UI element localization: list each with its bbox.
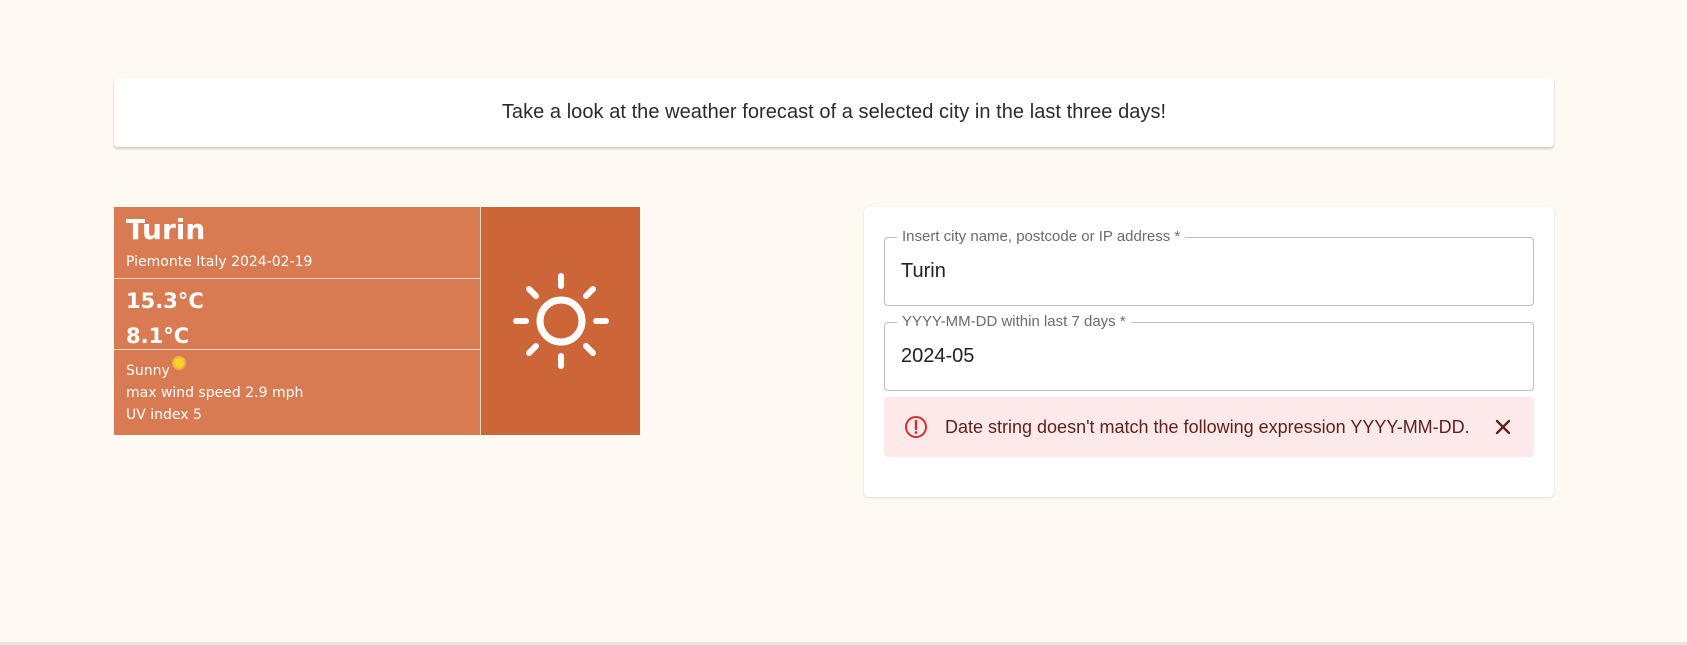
city-name: Turin (126, 213, 206, 246)
date-input[interactable] (901, 345, 1511, 368)
error-alert: Date string doesn't match the following … (884, 397, 1534, 457)
condition-line: Sunny (126, 358, 480, 382)
weather-card: Turin Piemonte Italy 2024-02-19 15.3°C 8… (114, 207, 640, 435)
city-field[interactable]: Insert city name, postcode or IP address… (884, 229, 1534, 306)
uv-index: UV index 5 (126, 407, 202, 423)
city-block: Turin Piemonte Italy 2024-02-19 (114, 207, 480, 279)
error-message: Date string doesn't match the following … (945, 416, 1470, 437)
wind-speed: max wind speed 2.9 mph (126, 385, 304, 401)
city-input[interactable] (901, 260, 1511, 283)
condition-text: Sunny (126, 363, 170, 379)
location-date: Piemonte Italy 2024-02-19 (126, 254, 313, 270)
date-field[interactable]: YYYY-MM-DD within last 7 days * (884, 314, 1534, 391)
min-temperature: 8.1°C (126, 324, 190, 348)
error-circle-icon (904, 415, 928, 439)
conditions-block: Sunny max wind speed 2.9 mph UV index 5 (114, 350, 480, 426)
weather-info: Turin Piemonte Italy 2024-02-19 15.3°C 8… (114, 207, 481, 435)
temperature-block: 15.3°C 8.1°C (114, 279, 480, 350)
banner-text: Take a look at the weather forecast of a… (501, 101, 1167, 123)
forecast-form: Insert city name, postcode or IP address… (864, 207, 1554, 497)
mini-sun-icon (173, 358, 184, 368)
max-temperature: 15.3°C (126, 289, 204, 313)
sun-icon (512, 273, 609, 369)
city-field-label: Insert city name, postcode or IP address… (897, 229, 1186, 245)
weather-icon-panel (481, 207, 640, 435)
intro-banner: Take a look at the weather forecast of a… (114, 78, 1554, 147)
weather-page: Take a look at the weather forecast of a… (0, 0, 1687, 645)
date-field-label: YYYY-MM-DD within last 7 days * (897, 314, 1131, 330)
close-icon[interactable] (1492, 416, 1514, 438)
